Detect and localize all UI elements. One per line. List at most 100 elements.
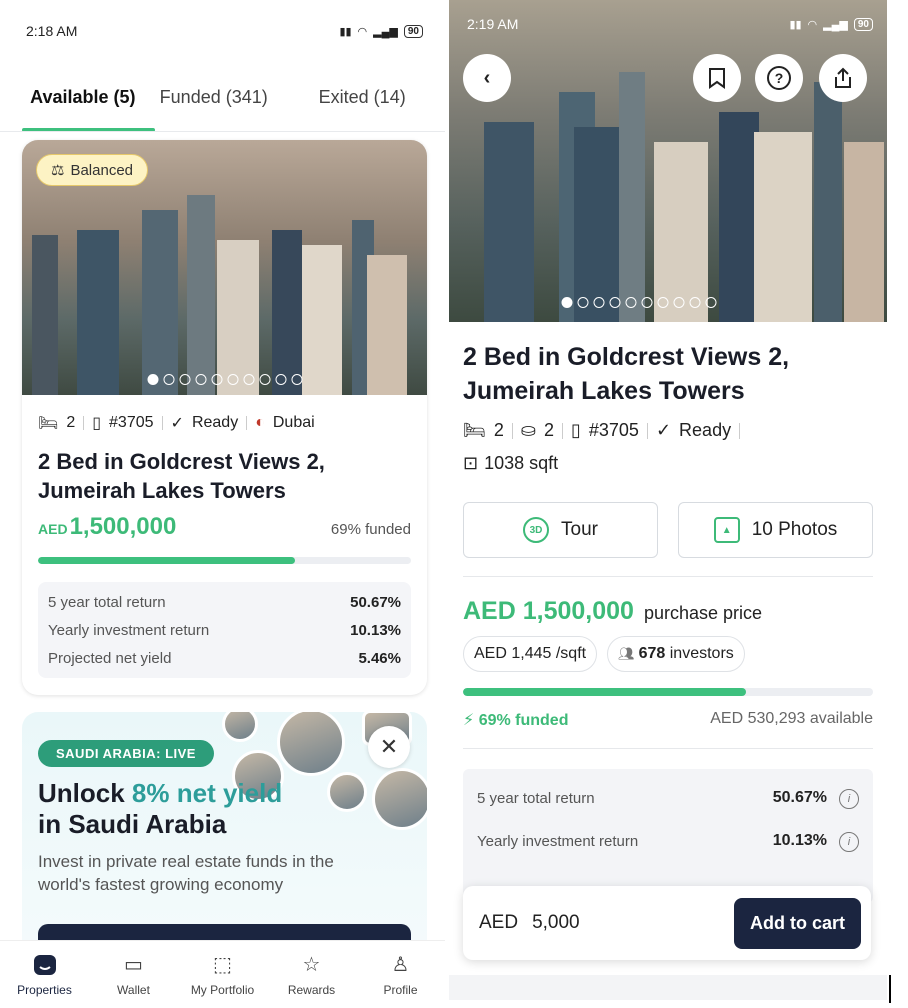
funded-percent: 69% funded [330, 521, 411, 538]
promo-image [372, 768, 427, 830]
divider [561, 422, 563, 439]
pagination-dot[interactable] [227, 374, 238, 385]
pagination-dot[interactable] [179, 374, 190, 385]
nav-label: My Portfolio [190, 982, 255, 997]
price-per-sqft-chip: AED 1,445 /sqft [463, 636, 598, 672]
return-value: 5.46% [358, 649, 401, 667]
info-icon[interactable]: i [839, 788, 859, 809]
return-label: 5 year total return [477, 790, 595, 807]
pagination-dot[interactable] [243, 374, 254, 385]
property-tabs: Available (5) Funded (341) Exited (14) [0, 62, 445, 132]
saudi-promo-banner[interactable]: SAUDI ARABIA: LIVE ✕ Unlock 8% net yield… [22, 712, 427, 972]
nav-portfolio[interactable]: ⬚ My Portfolio [183, 953, 263, 997]
battery-icon: 90 [853, 17, 873, 31]
promo-title-end: in Saudi Arabia [38, 809, 227, 839]
pagination-dot[interactable] [657, 297, 669, 308]
bed-icon: 🛏︎ [463, 420, 486, 440]
vibrate-icon: ▮▮ [789, 18, 802, 31]
investment-amount-input[interactable]: AED 5,000 [479, 912, 580, 934]
door-icon: ▯ [92, 415, 102, 432]
lightning-icon: ⚡ [463, 712, 475, 729]
home-icon [33, 953, 57, 977]
help-button[interactable]: ? [755, 54, 803, 102]
property-hero-photo[interactable]: 2:19 AM ▮▮ ◠ ▂▄▆ 90 ‹ ? [449, 0, 887, 322]
return-label: Yearly investment return [477, 833, 639, 850]
promo-image [277, 712, 345, 776]
tower-shape [187, 195, 215, 395]
uae-flag-icon: ◐ [255, 414, 265, 431]
add-to-cart-button[interactable]: Add to cart [733, 897, 861, 949]
pagination-dot[interactable] [275, 374, 286, 385]
tabs-divider [0, 131, 445, 132]
tour-button[interactable]: 3D Tour [463, 502, 658, 558]
tab-funded[interactable]: Funded (341) [146, 86, 300, 108]
beds-count: 2 [66, 414, 76, 431]
per-sqft-unit: /sqft [555, 645, 587, 662]
tab-exited[interactable]: Exited (14) [299, 86, 425, 108]
pagination-dot[interactable] [673, 297, 685, 308]
divider [463, 576, 873, 577]
tower-shape [142, 210, 178, 395]
tower-shape [77, 230, 119, 395]
return-value: 10.13% [772, 831, 827, 849]
pagination-dot[interactable] [689, 297, 701, 308]
tower-shape [754, 132, 812, 322]
unit-number: #3705 [109, 414, 154, 431]
nav-rewards[interactable]: ☆ Rewards [272, 953, 352, 997]
pagination-dot[interactable] [163, 374, 174, 385]
tower-shape [217, 240, 259, 395]
nav-label: Properties [17, 982, 72, 997]
divider [83, 416, 85, 430]
per-sqft-value: AED 1,445 [474, 645, 552, 662]
tab-available[interactable]: Available (5) [20, 86, 146, 108]
divider [161, 416, 163, 430]
nav-wallet[interactable]: ▭ Wallet [94, 953, 174, 997]
share-button[interactable] [819, 54, 867, 102]
tower-shape [574, 127, 622, 322]
pagination-dot[interactable] [211, 374, 222, 385]
pagination-dot[interactable] [147, 374, 158, 385]
property-detail-screen: 2:19 AM ▮▮ ◠ ▂▄▆ 90 ‹ ? 2 Bed in Goldcre… [449, 0, 887, 1008]
return-row: 5 year total return 50.67% [48, 588, 401, 616]
pagination-dot[interactable] [259, 374, 270, 385]
pagination-dot[interactable] [609, 297, 621, 308]
pagination-dot[interactable] [561, 297, 573, 308]
bookmark-button[interactable] [693, 54, 741, 102]
info-icon[interactable]: i [839, 831, 859, 852]
back-button[interactable]: ‹ [463, 54, 511, 102]
baths-count: 2 [543, 420, 554, 440]
nav-properties[interactable]: Properties [5, 953, 85, 997]
return-value: 50.67% [772, 788, 827, 806]
close-icon[interactable]: ✕ [368, 726, 410, 768]
property-photo[interactable]: ⚖ Balanced [22, 140, 427, 395]
return-row: Yearly investment return 10.13% [48, 616, 401, 644]
funded-text: 69% funded [478, 712, 569, 729]
check-icon: ✓ [655, 420, 672, 440]
tower-shape [844, 142, 884, 322]
people-icon: 👥︎ [618, 646, 635, 661]
price-value: 1,500,000 [69, 513, 177, 540]
pagination-dot[interactable] [593, 297, 605, 308]
pagination-dot[interactable] [705, 297, 717, 308]
tower-shape [619, 72, 645, 322]
photo-pagination[interactable] [147, 374, 302, 385]
bed-icon: 🛏︎ [38, 415, 59, 432]
bottom-navigation: Properties ▭ Wallet ⬚ My Portfolio ☆ Rew… [0, 940, 445, 1008]
property-card[interactable]: ⚖ Balanced 🛏︎ 2 ▯ #3705 ✓ Ready ◐ Dubai … [22, 140, 427, 695]
return-value: 10.13% [350, 621, 401, 639]
nav-profile[interactable]: ♙ Profile [361, 953, 441, 997]
add-to-cart-bar: AED 5,000 Add to cart [463, 886, 871, 960]
investors-count: 678 [638, 645, 666, 662]
pagination-dot[interactable] [291, 374, 302, 385]
pagination-dot[interactable] [625, 297, 637, 308]
signal-icon: ▂▄▆ [373, 25, 398, 38]
signal-icon: ▂▄▆ [823, 18, 848, 31]
promo-title-highlight: 8% net yield [131, 778, 283, 808]
photos-button[interactable]: ▲ 10 Photos [678, 502, 873, 558]
pagination-dot[interactable] [641, 297, 653, 308]
pagination-dot[interactable] [577, 297, 589, 308]
nav-label: Profile [383, 982, 418, 997]
return-value: 50.67% [350, 593, 401, 611]
photo-pagination[interactable] [561, 297, 717, 308]
pagination-dot[interactable] [195, 374, 206, 385]
